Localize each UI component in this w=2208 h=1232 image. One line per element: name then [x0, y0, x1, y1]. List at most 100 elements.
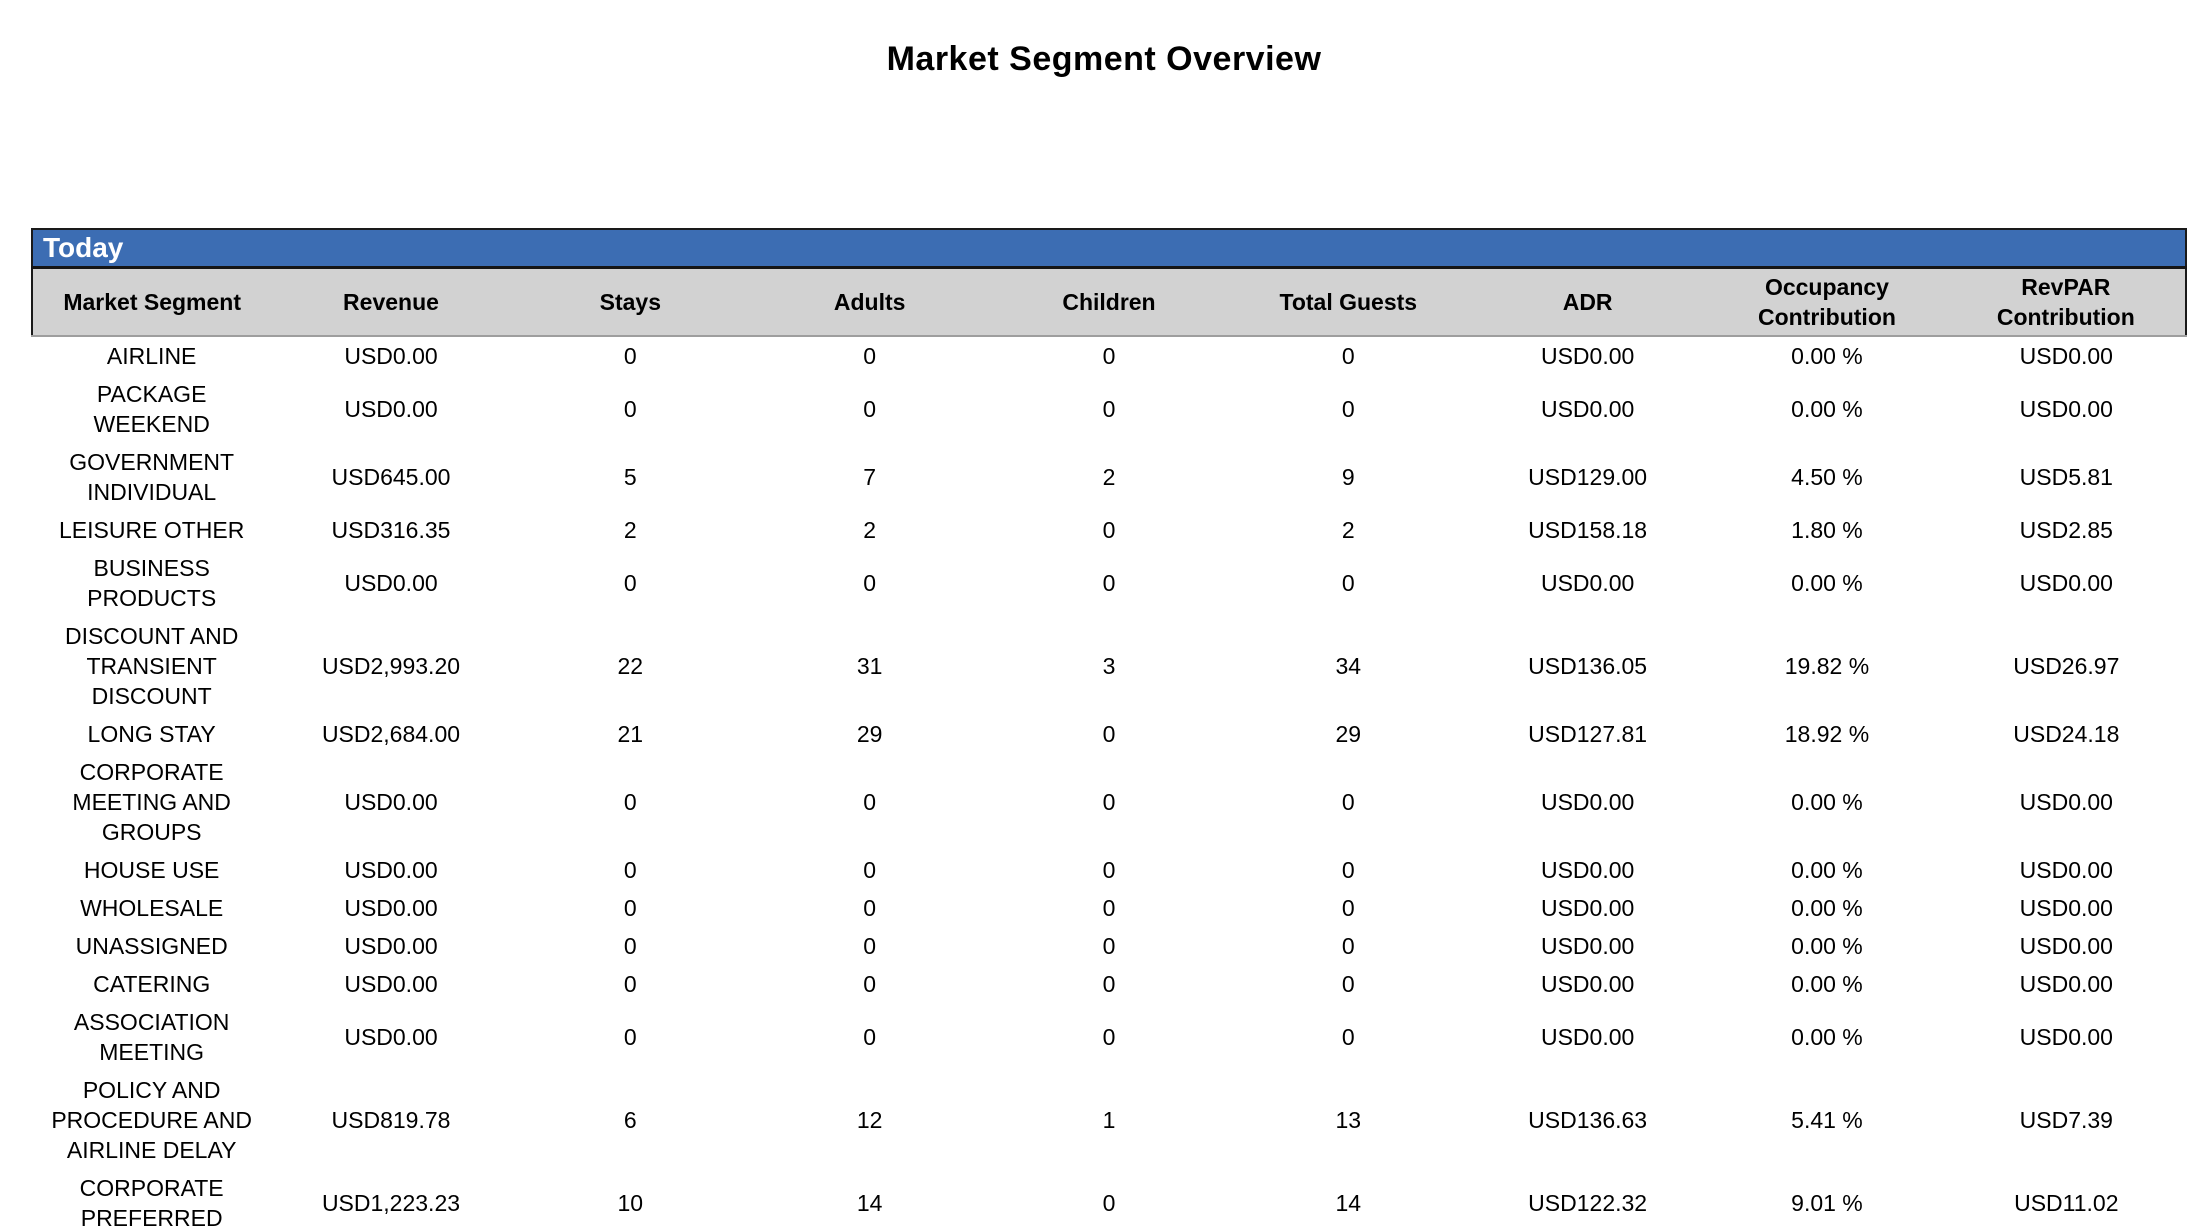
cell-adr: USD0.00 — [1468, 375, 1707, 443]
cell-occupancy_contribution: 0.00 % — [1707, 336, 1946, 375]
cell-adr: USD129.00 — [1468, 443, 1707, 511]
section-header-today: Today — [31, 228, 2187, 266]
cell-revenue: USD0.00 — [271, 1003, 510, 1071]
cell-adr: USD0.00 — [1468, 753, 1707, 851]
cell-revpar_contribution: USD11.02 — [1947, 1169, 2186, 1232]
cell-stays: 0 — [511, 336, 750, 375]
cell-occupancy_contribution: 0.00 % — [1707, 927, 1946, 965]
cell-revenue: USD316.35 — [271, 511, 510, 549]
table-row: BUSINESS PRODUCTSUSD0.000000USD0.000.00 … — [32, 549, 2186, 617]
cell-revenue: USD0.00 — [271, 549, 510, 617]
cell-adr: USD0.00 — [1468, 549, 1707, 617]
cell-occupancy_contribution: 0.00 % — [1707, 1003, 1946, 1071]
column-header-segment: Market Segment — [32, 268, 271, 336]
cell-children: 0 — [989, 889, 1228, 927]
cell-occupancy_contribution: 9.01 % — [1707, 1169, 1946, 1232]
table-body: AIRLINEUSD0.000000USD0.000.00 %USD0.00PA… — [32, 336, 2186, 1232]
cell-children: 0 — [989, 1169, 1228, 1232]
cell-occupancy_contribution: 0.00 % — [1707, 375, 1946, 443]
cell-segment: PACKAGE WEEKEND — [32, 375, 271, 443]
cell-revpar_contribution: USD24.18 — [1947, 715, 2186, 753]
cell-adults: 0 — [750, 753, 989, 851]
cell-stays: 21 — [511, 715, 750, 753]
table-row: PACKAGE WEEKENDUSD0.000000USD0.000.00 %U… — [32, 375, 2186, 443]
cell-adr: USD136.63 — [1468, 1071, 1707, 1169]
cell-segment: WHOLESALE — [32, 889, 271, 927]
cell-total_guests: 0 — [1229, 1003, 1468, 1071]
cell-stays: 22 — [511, 617, 750, 715]
cell-revpar_contribution: USD0.00 — [1947, 336, 2186, 375]
cell-revpar_contribution: USD0.00 — [1947, 927, 2186, 965]
column-header-children: Children — [989, 268, 1228, 336]
table-row: UNASSIGNEDUSD0.000000USD0.000.00 %USD0.0… — [32, 927, 2186, 965]
table-row: WHOLESALEUSD0.000000USD0.000.00 %USD0.00 — [32, 889, 2186, 927]
cell-revpar_contribution: USD0.00 — [1947, 1003, 2186, 1071]
cell-children: 0 — [989, 375, 1228, 443]
cell-occupancy_contribution: 4.50 % — [1707, 443, 1946, 511]
cell-occupancy_contribution: 19.82 % — [1707, 617, 1946, 715]
cell-adults: 29 — [750, 715, 989, 753]
market-segment-table: Market SegmentRevenueStaysAdultsChildren… — [31, 266, 2187, 1232]
cell-stays: 0 — [511, 1003, 750, 1071]
report-page: Market Segment Overview Today Market Seg… — [0, 0, 2208, 1232]
cell-adults: 0 — [750, 965, 989, 1003]
cell-revenue: USD2,993.20 — [271, 617, 510, 715]
cell-occupancy_contribution: 5.41 % — [1707, 1071, 1946, 1169]
cell-revpar_contribution: USD0.00 — [1947, 851, 2186, 889]
cell-stays: 0 — [511, 549, 750, 617]
cell-total_guests: 0 — [1229, 965, 1468, 1003]
cell-adr: USD0.00 — [1468, 851, 1707, 889]
cell-adults: 12 — [750, 1071, 989, 1169]
table-row: CORPORATE PREFERREDUSD1,223.231014014USD… — [32, 1169, 2186, 1232]
cell-revenue: USD0.00 — [271, 375, 510, 443]
table-row: GOVERNMENT INDIVIDUALUSD645.005729USD129… — [32, 443, 2186, 511]
cell-total_guests: 14 — [1229, 1169, 1468, 1232]
cell-revpar_contribution: USD7.39 — [1947, 1071, 2186, 1169]
table-row: LONG STAYUSD2,684.002129029USD127.8118.9… — [32, 715, 2186, 753]
cell-children: 0 — [989, 549, 1228, 617]
cell-children: 1 — [989, 1071, 1228, 1169]
table-row: CORPORATE MEETING AND GROUPSUSD0.000000U… — [32, 753, 2186, 851]
cell-stays: 0 — [511, 965, 750, 1003]
cell-children: 0 — [989, 753, 1228, 851]
cell-revenue: USD0.00 — [271, 889, 510, 927]
cell-adults: 0 — [750, 889, 989, 927]
cell-adr: USD0.00 — [1468, 965, 1707, 1003]
cell-adr: USD0.00 — [1468, 927, 1707, 965]
cell-revpar_contribution: USD0.00 — [1947, 965, 2186, 1003]
cell-total_guests: 0 — [1229, 851, 1468, 889]
cell-children: 2 — [989, 443, 1228, 511]
cell-segment: LONG STAY — [32, 715, 271, 753]
table-row: DISCOUNT AND TRANSIENT DISCOUNTUSD2,993.… — [32, 617, 2186, 715]
cell-total_guests: 0 — [1229, 375, 1468, 443]
cell-total_guests: 0 — [1229, 549, 1468, 617]
cell-stays: 0 — [511, 889, 750, 927]
cell-children: 0 — [989, 511, 1228, 549]
cell-segment: LEISURE OTHER — [32, 511, 271, 549]
cell-total_guests: 29 — [1229, 715, 1468, 753]
cell-revenue: USD0.00 — [271, 927, 510, 965]
column-header-stays: Stays — [511, 268, 750, 336]
cell-revenue: USD0.00 — [271, 965, 510, 1003]
cell-total_guests: 0 — [1229, 927, 1468, 965]
cell-adults: 0 — [750, 336, 989, 375]
cell-segment: CATERING — [32, 965, 271, 1003]
cell-revenue: USD0.00 — [271, 336, 510, 375]
cell-revenue: USD2,684.00 — [271, 715, 510, 753]
table-row: LEISURE OTHERUSD316.352202USD158.181.80 … — [32, 511, 2186, 549]
cell-adults: 0 — [750, 927, 989, 965]
table-header: Market SegmentRevenueStaysAdultsChildren… — [32, 268, 2186, 336]
cell-stays: 6 — [511, 1071, 750, 1169]
cell-revpar_contribution: USD0.00 — [1947, 375, 2186, 443]
cell-revpar_contribution: USD0.00 — [1947, 889, 2186, 927]
cell-revenue: USD0.00 — [271, 753, 510, 851]
cell-total_guests: 2 — [1229, 511, 1468, 549]
cell-total_guests: 0 — [1229, 753, 1468, 851]
cell-adults: 0 — [750, 549, 989, 617]
cell-segment: POLICY AND PROCEDURE AND AIRLINE DELAY — [32, 1071, 271, 1169]
cell-occupancy_contribution: 1.80 % — [1707, 511, 1946, 549]
cell-revenue: USD1,223.23 — [271, 1169, 510, 1232]
cell-stays: 2 — [511, 511, 750, 549]
cell-segment: HOUSE USE — [32, 851, 271, 889]
table-row: CATERINGUSD0.000000USD0.000.00 %USD0.00 — [32, 965, 2186, 1003]
